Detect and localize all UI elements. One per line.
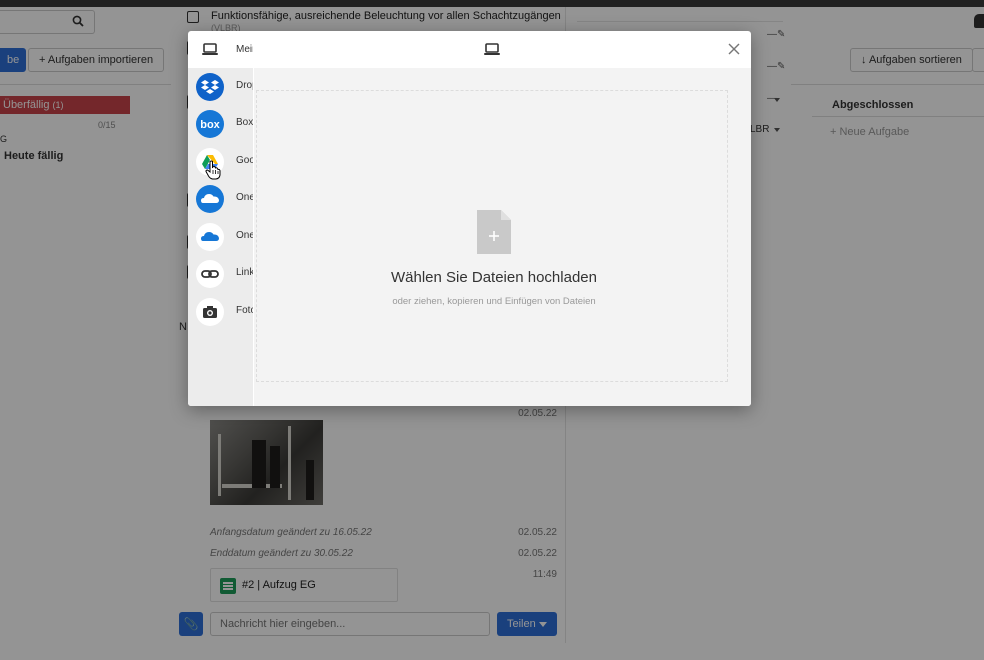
source-box[interactable]: box Box <box>188 105 253 142</box>
source-my-device[interactable]: Meine Geräte <box>188 31 253 68</box>
source-onedrive[interactable]: OneDrive <box>188 180 253 217</box>
laptop-icon <box>202 43 218 59</box>
onedrive-icon <box>196 185 224 213</box>
dropzone-title: Wählen Sie Dateien hochladen <box>391 269 597 286</box>
file-add-icon <box>477 210 511 257</box>
file-upload-dialog: Meine Geräte Dropbox box Box <box>188 31 751 406</box>
source-label: Box <box>236 117 253 128</box>
box-icon: box <box>196 110 224 138</box>
file-dropzone[interactable]: Wählen Sie Dateien hochladen oder ziehen… <box>254 68 751 406</box>
source-onedrive-business[interactable]: OneDrive Business <box>188 218 253 255</box>
source-label: Link <box>236 267 253 278</box>
source-dropbox[interactable]: Dropbox <box>188 68 253 105</box>
dropzone-subtitle: oder ziehen, kopieren und Einfügen von D… <box>392 296 596 307</box>
close-icon[interactable] <box>727 42 741 56</box>
source-label: Meine Geräte <box>236 44 253 55</box>
hand-cursor-icon <box>205 160 221 183</box>
link-icon <box>196 260 224 288</box>
svg-text:box: box <box>200 119 220 131</box>
source-label: Dropbox <box>236 80 253 91</box>
source-label: Foto <box>236 305 253 316</box>
source-link[interactable]: Link <box>188 255 253 292</box>
laptop-icon <box>484 43 500 59</box>
source-photo[interactable]: Foto <box>188 293 253 330</box>
source-label: OneDrive Business <box>236 230 253 241</box>
camera-icon <box>196 298 224 326</box>
source-sidebar: Dropbox box Box Google Drive <box>188 68 253 406</box>
dropbox-icon <box>196 73 224 101</box>
onedrive-business-icon <box>196 223 224 251</box>
source-label: OneDrive <box>236 192 253 203</box>
source-label: Google Drive <box>236 155 253 166</box>
dropzone-frame: Wählen Sie Dateien hochladen oder ziehen… <box>256 90 728 382</box>
